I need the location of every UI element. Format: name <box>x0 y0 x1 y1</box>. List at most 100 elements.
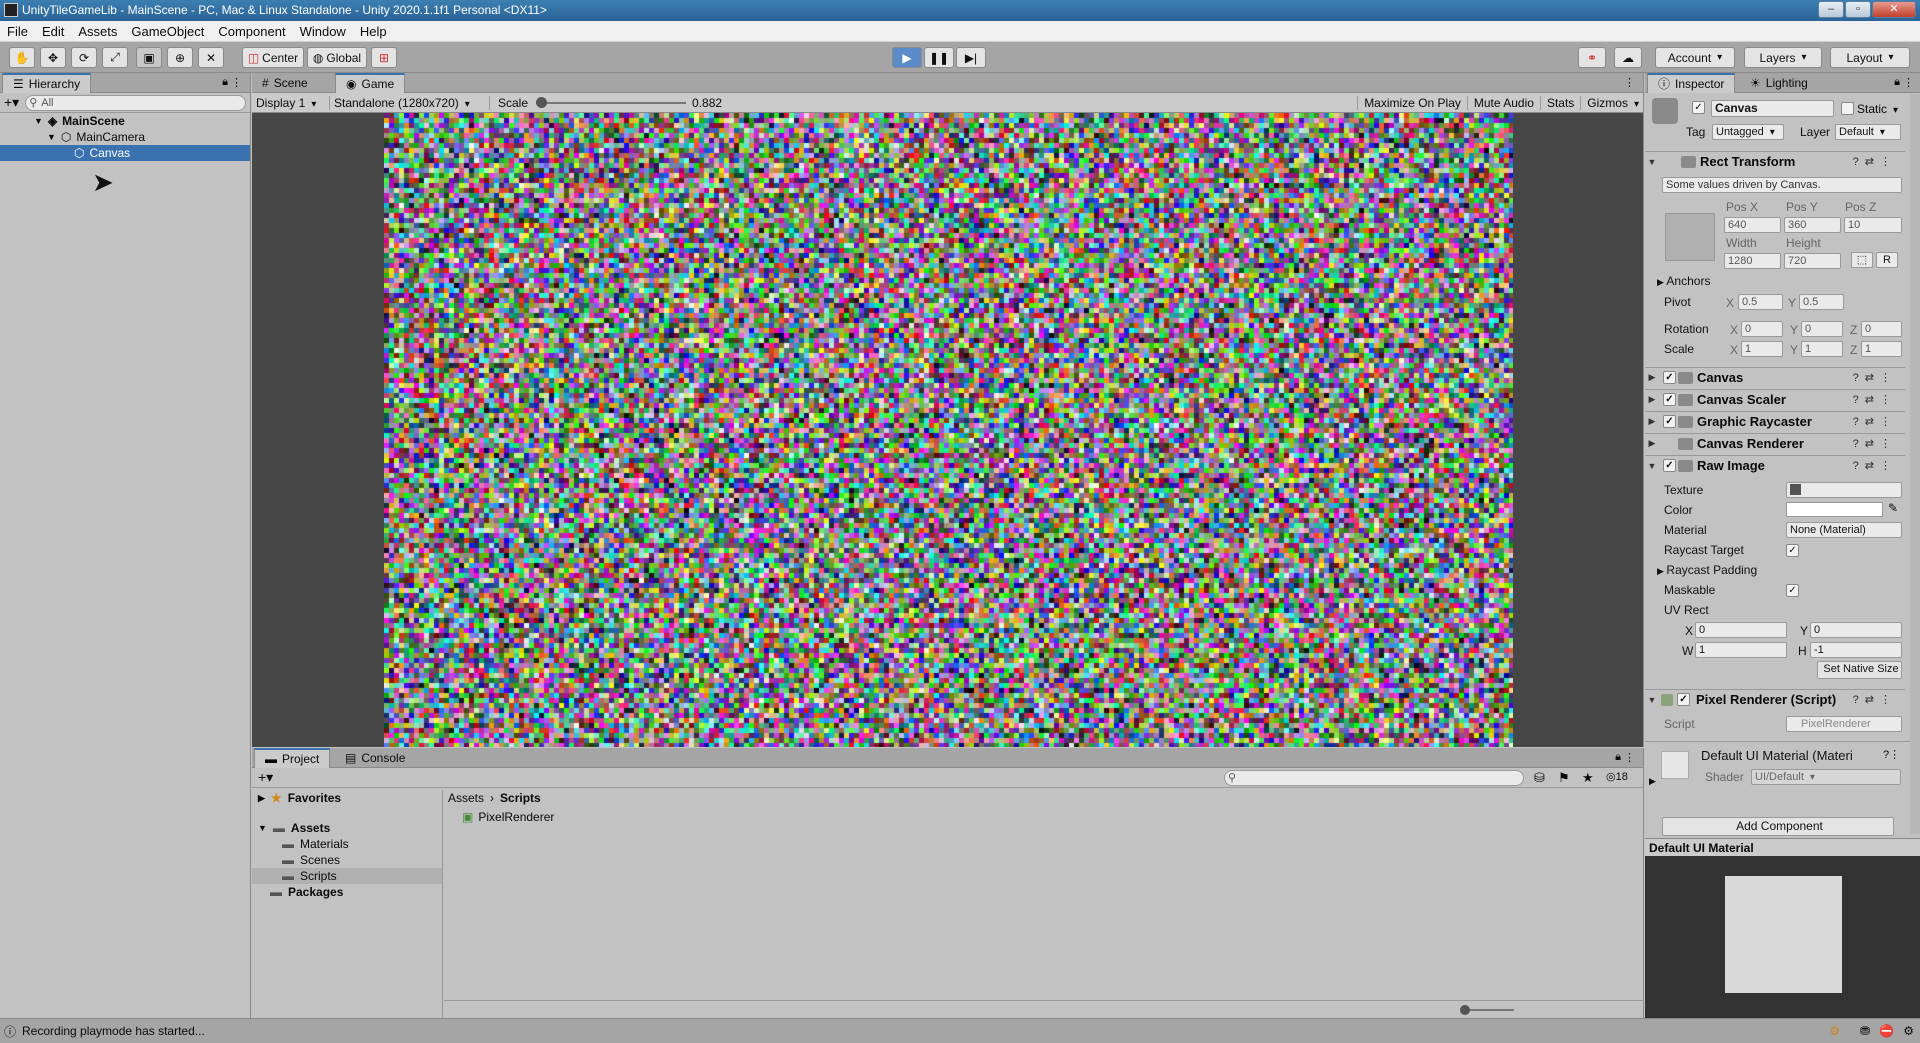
scale-z-field[interactable]: 1 <box>1861 341 1902 357</box>
posy-field[interactable]: 360 <box>1784 217 1841 233</box>
icon-size-thumb[interactable] <box>1460 1005 1470 1015</box>
lock-icon[interactable]: 🔒︎ <box>1615 751 1621 764</box>
uv-x-field[interactable]: 0 <box>1695 622 1787 638</box>
transform-tool-icon[interactable]: ⊕ <box>167 47 193 68</box>
expand-arrow-icon[interactable]: ▼ <box>34 116 43 126</box>
pivot-global-button[interactable]: ◍ Global <box>307 47 367 68</box>
blueprint-mode-button[interactable]: ⬚ <box>1851 252 1873 268</box>
tab-lighting[interactable]: ☀ Lighting <box>1740 73 1818 93</box>
tab-game[interactable]: ◉ Game <box>335 73 405 93</box>
tree-item-favorites[interactable]: ▶ ★ Favorites <box>252 790 442 806</box>
hand-tool-icon[interactable]: ✋ <box>9 47 35 68</box>
pivot-y-field[interactable]: 0.5 <box>1799 294 1844 310</box>
tab-inspector[interactable]: ⓘ Inspector <box>1647 73 1735 93</box>
create-plus-icon[interactable]: +▾ <box>4 94 19 111</box>
expand-arrow-icon[interactable]: ▶ <box>1645 394 1659 405</box>
component-header-icons[interactable]: ?⇄⋮ <box>1853 371 1897 384</box>
menu-edit[interactable]: Edit <box>35 21 71 42</box>
anchors-foldout[interactable]: ▶ Anchors <box>1657 274 1710 288</box>
component-enabled-checkbox[interactable]: ✓ <box>1663 415 1676 428</box>
anchor-preset-icon[interactable] <box>1665 213 1715 261</box>
menu-assets[interactable]: Assets <box>71 21 124 42</box>
layers-dropdown[interactable]: Layers <box>1744 47 1822 68</box>
component-enabled-checkbox[interactable]: ✓ <box>1677 693 1690 706</box>
gizmos-dropdown[interactable]: Gizmos <box>1580 96 1643 110</box>
color-swatch[interactable] <box>1786 502 1883 517</box>
project-search-input[interactable]: ⚲ <box>1224 770 1524 786</box>
layer-dropdown[interactable]: Default <box>1835 124 1901 140</box>
mute-audio-toggle[interactable]: Mute Audio <box>1467 96 1540 110</box>
cache-icon[interactable]: ⛃ <box>1860 1024 1870 1038</box>
favorite-star-icon[interactable]: ★ <box>1582 770 1594 786</box>
canvas-component-header[interactable]: ▶ ✓ Canvas ?⇄⋮ <box>1645 367 1905 387</box>
set-native-size-button[interactable]: Set Native Size <box>1817 661 1902 679</box>
hidden-packages-count[interactable]: ◎18 <box>1606 770 1628 783</box>
menu-window[interactable]: Window <box>293 21 353 42</box>
rect-transform-header[interactable]: ▼ Rect Transform ?⇄⋮ <box>1645 151 1905 171</box>
tab-console[interactable]: ▤ Console <box>335 748 415 768</box>
pivot-center-button[interactable]: ◫ Center <box>242 47 304 68</box>
filter-type-icon[interactable]: ⛁ <box>1534 770 1545 786</box>
pixel-renderer-header[interactable]: ▼ ✓ Pixel Renderer (Script) ?⇄⋮ <box>1645 689 1905 709</box>
uv-h-field[interactable]: -1 <box>1810 642 1902 658</box>
static-checkbox[interactable] <box>1841 102 1854 115</box>
posx-field[interactable]: 640 <box>1724 217 1781 233</box>
status-message[interactable]: Recording playmode has started... <box>22 1024 205 1038</box>
component-enabled-checkbox[interactable]: ✓ <box>1663 393 1676 406</box>
preview-header[interactable]: Default UI Material <box>1645 838 1920 856</box>
maximize-button[interactable]: ▫ <box>1845 1 1871 18</box>
menu-gameobject[interactable]: GameObject <box>124 21 211 42</box>
expand-arrow-icon[interactable]: ▶ <box>1649 776 1656 787</box>
tree-item-materials[interactable]: ▬ Materials <box>252 836 442 852</box>
collapse-arrow-icon[interactable]: ▼ <box>1645 695 1659 705</box>
expand-arrow-icon[interactable]: ▶ <box>1645 438 1659 449</box>
move-tool-icon[interactable]: ✥ <box>40 47 66 68</box>
tab-scene[interactable]: # Scene <box>252 73 318 93</box>
width-field[interactable]: 1280 <box>1724 253 1781 269</box>
collab-icon[interactable]: ⚭ <box>1578 47 1606 68</box>
expand-arrow-icon[interactable]: ▶ <box>1645 416 1659 427</box>
display-dropdown[interactable]: Display 1 <box>252 96 330 110</box>
eyedropper-icon[interactable]: ✎ <box>1888 501 1898 515</box>
component-enabled-checkbox[interactable]: ✓ <box>1663 371 1676 384</box>
minimize-button[interactable]: – <box>1818 1 1844 18</box>
custom-tool-icon[interactable]: ✕ <box>198 47 224 68</box>
raycast-padding-foldout[interactable]: ▶ Raycast Padding <box>1657 563 1757 577</box>
maximize-on-play-toggle[interactable]: Maximize On Play <box>1357 96 1467 110</box>
tree-item-assets[interactable]: ▼ ▬ Assets <box>252 820 442 836</box>
tab-project[interactable]: ▬ Project <box>254 748 330 768</box>
texture-field[interactable] <box>1786 482 1902 498</box>
component-header-icons[interactable]: ?⇄⋮ <box>1853 437 1897 450</box>
uv-w-field[interactable]: 1 <box>1695 642 1787 658</box>
scale-y-field[interactable]: 1 <box>1801 341 1843 357</box>
help-icon[interactable]: ?⋮ <box>1883 748 1900 761</box>
rotation-y-field[interactable]: 0 <box>1801 321 1843 337</box>
kebab-menu-icon[interactable]: ⋮ <box>1624 751 1635 764</box>
uv-y-field[interactable]: 0 <box>1810 622 1902 638</box>
rotation-x-field[interactable]: 0 <box>1741 321 1783 337</box>
hierarchy-item-maincamera[interactable]: ▼ ⬡ MainCamera <box>0 129 250 145</box>
scale-slider-thumb[interactable] <box>536 97 547 108</box>
step-button[interactable]: ▶| <box>956 47 986 68</box>
active-checkbox[interactable]: ✓ <box>1692 101 1705 114</box>
canvas-scaler-header[interactable]: ▶ ✓ Canvas Scaler ?⇄⋮ <box>1645 389 1905 409</box>
component-header-icons[interactable]: ?⇄⋮ <box>1853 459 1897 472</box>
component-header-icons[interactable]: ?⇄⋮ <box>1853 393 1897 406</box>
rotation-z-field[interactable]: 0 <box>1861 321 1902 337</box>
maskable-checkbox[interactable]: ✓ <box>1786 584 1799 597</box>
breadcrumb-scripts[interactable]: Scripts <box>500 791 541 805</box>
hierarchy-item-canvas[interactable]: ⬡ Canvas <box>0 145 250 161</box>
lock-icon[interactable]: 🔒︎ <box>222 76 228 89</box>
kebab-menu-icon[interactable]: ⋮ <box>1903 76 1914 89</box>
rotate-tool-icon[interactable]: ⟳ <box>71 47 97 68</box>
cloud-icon[interactable]: ☁ <box>1614 47 1642 68</box>
add-component-button[interactable]: Add Component <box>1662 817 1894 836</box>
raw-edit-button[interactable]: R <box>1876 252 1898 268</box>
stats-toggle[interactable]: Stats <box>1540 96 1580 110</box>
pause-button[interactable]: ❚❚ <box>924 47 954 68</box>
collapse-arrow-icon[interactable]: ▼ <box>1645 157 1659 167</box>
hierarchy-search-input[interactable]: ⚲ All <box>25 95 246 111</box>
icon-size-slider[interactable] <box>1464 1009 1514 1011</box>
expand-arrow-icon[interactable]: ▼ <box>47 132 56 142</box>
component-header-icons[interactable]: ?⇄⋮ <box>1853 415 1897 428</box>
